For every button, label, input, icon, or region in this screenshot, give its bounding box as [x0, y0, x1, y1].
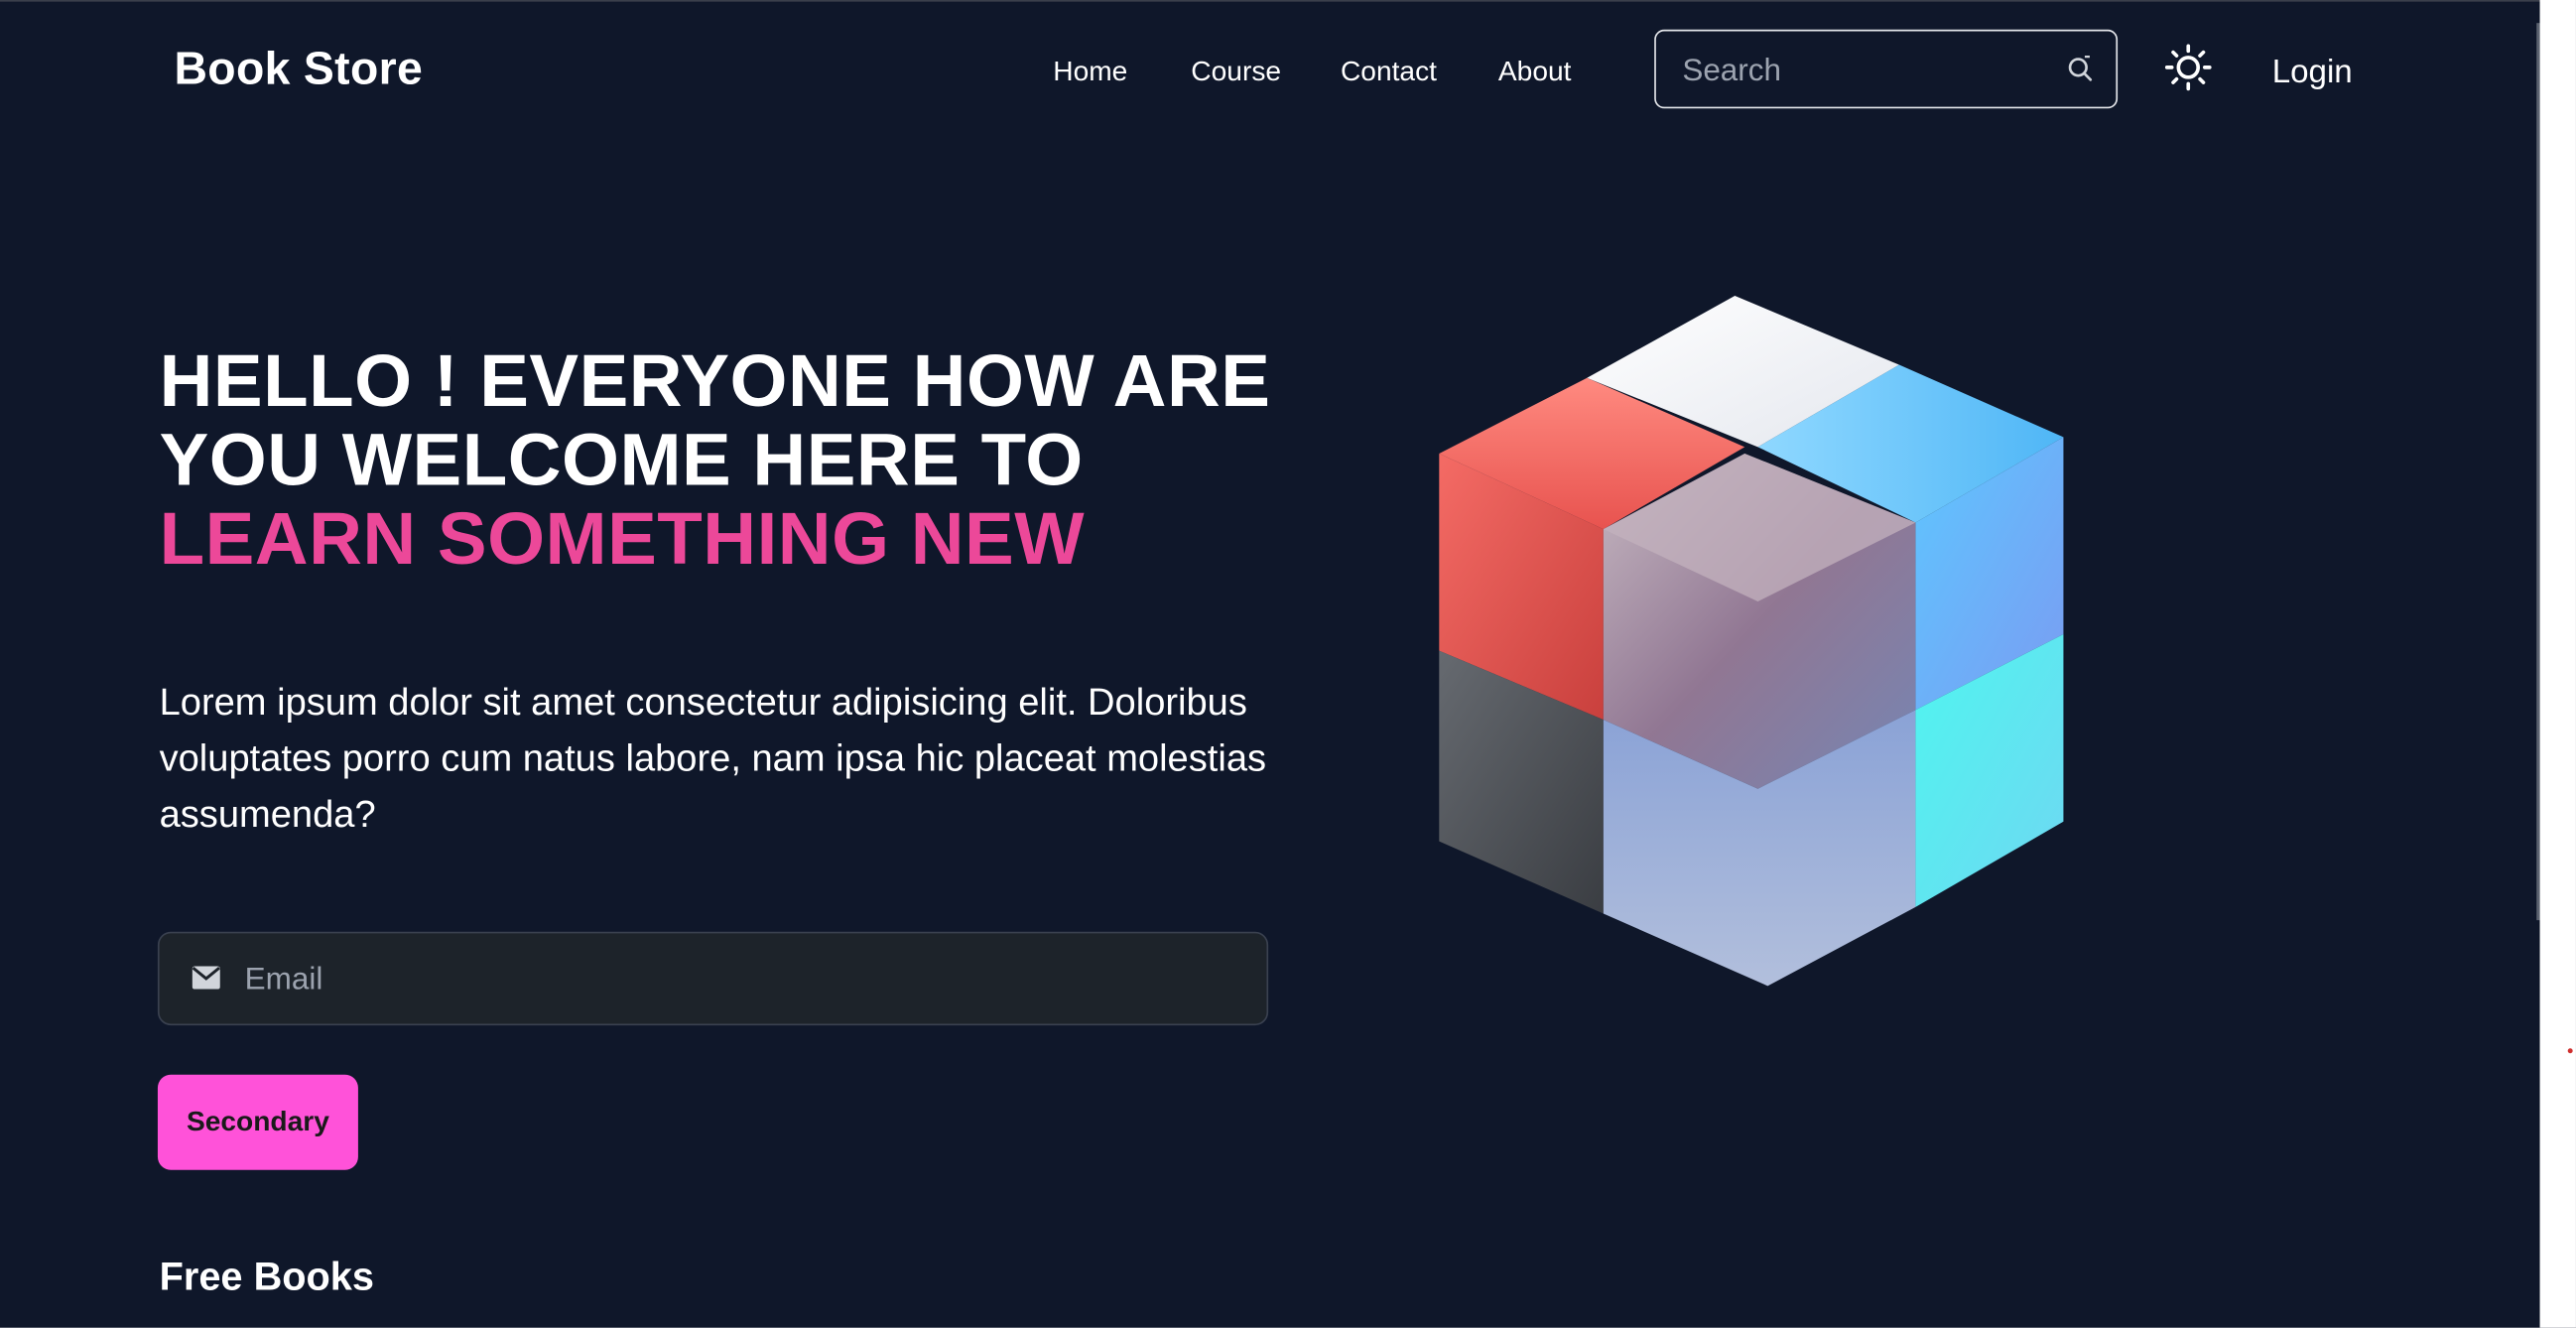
nav-course[interactable]: Course	[1191, 56, 1281, 88]
indicator-dot	[2567, 1048, 2573, 1054]
hero-description: Lorem ipsum dolor sit amet consectetur a…	[159, 680, 1267, 836]
app-window: Book Store Home Course Contact About Log…	[0, 0, 2576, 1328]
nav-contact[interactable]: Contact	[1341, 56, 1437, 88]
hero-title-accent: LEARN SOMETHING NEW	[159, 495, 1086, 581]
cube-illustration	[1439, 296, 2064, 987]
free-books-heading: Free Books	[159, 1255, 375, 1300]
email-input[interactable]	[241, 956, 1234, 1006]
sun-icon[interactable]	[2163, 43, 2213, 92]
email-field	[157, 931, 1269, 1026]
hero-title: HELLO ! EVERYONE HOW ARE YOU WELCOME HER…	[160, 341, 1277, 578]
login-link[interactable]: Login	[2272, 55, 2353, 92]
mail-icon	[192, 966, 220, 990]
nav-home[interactable]: Home	[1053, 56, 1127, 88]
scrollbar-thumb[interactable]	[2536, 23, 2540, 921]
hero-title-line-1: HELLO ! EVERYONE HOW ARE	[159, 338, 1271, 423]
brand-logo[interactable]: Book Store	[174, 43, 423, 95]
hero-title-line-2: YOU WELCOME HERE TO	[159, 417, 1084, 501]
top-border	[0, 0, 2576, 2]
secondary-button[interactable]: Secondary	[157, 1074, 358, 1170]
nav-about[interactable]: About	[1498, 56, 1572, 88]
search-box	[1654, 29, 2119, 109]
search-input[interactable]	[1679, 48, 2047, 97]
scrollbar-track[interactable]	[2539, 0, 2576, 1328]
search-icon[interactable]	[2065, 55, 2095, 84]
